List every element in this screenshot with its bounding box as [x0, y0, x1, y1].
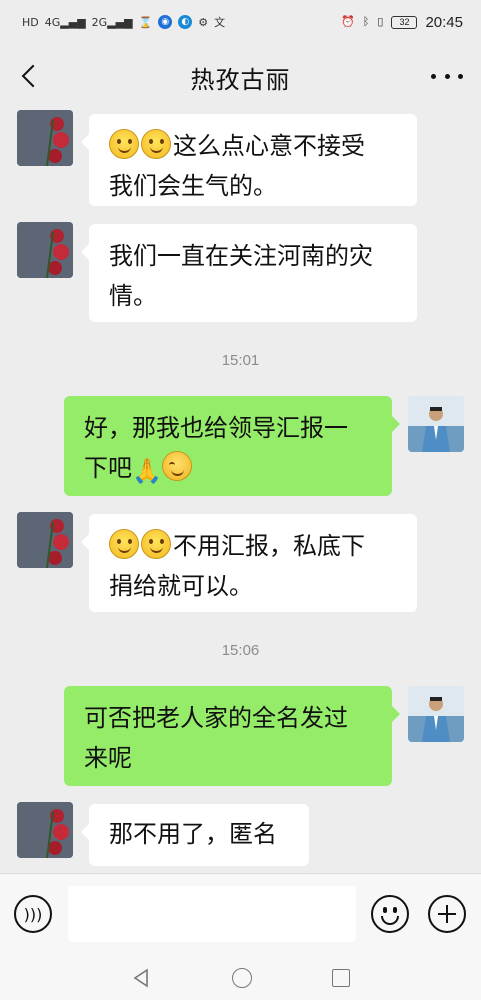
status-right: ⏰ ᛒ ▯ 32 20:45 — [341, 14, 463, 31]
rose-avatar[interactable] — [17, 802, 73, 858]
message-line: 情。 — [109, 282, 157, 310]
settings-icon: ⚙ — [198, 15, 209, 29]
message-line: 捐给就可以。 — [109, 572, 253, 600]
chat-title: 热孜古丽 — [190, 65, 291, 94]
nav-back-icon[interactable] — [132, 968, 152, 988]
vibrate-icon: ▯ — [377, 15, 384, 28]
outgoing-bubble[interactable]: 好，那我也给领导汇报一 下吧🙏 — [64, 396, 400, 496]
message-line: 我们会生气的。 — [109, 172, 277, 200]
nav-home-icon[interactable] — [231, 967, 252, 988]
text-icon: 文 — [214, 15, 226, 29]
rose-avatar[interactable] — [17, 222, 73, 278]
timestamp: 15:06 — [221, 642, 260, 659]
rose-avatar-image — [17, 222, 73, 278]
timestamp: 15:01 — [221, 352, 260, 369]
chevron-left-icon — [21, 64, 45, 88]
emoji-icon — [383, 907, 387, 913]
blush-emoji — [161, 451, 192, 481]
incoming-bubble[interactable]: 不用汇报，私底下 捐给就可以。 — [81, 514, 417, 612]
smile-emoji — [109, 129, 139, 159]
app-badge-icon-2: ◐ — [178, 15, 193, 29]
chat-header: 热孜古丽 — [0, 44, 481, 110]
smile-emoji — [141, 129, 171, 159]
voice-button[interactable]: ))) — [14, 895, 52, 933]
hd-icon: HD — [22, 15, 39, 29]
man-avatar-image — [408, 686, 464, 742]
smile-emoji — [109, 529, 139, 559]
network-type-1: 4G — [44, 15, 61, 29]
signal-2g-icon: 2G▂▄▆ — [91, 15, 133, 29]
status-left: HD 4G▂▄▆ 2G▂▄▆ ⌛ ◉ ◐ ⚙ 文 — [22, 15, 225, 29]
message-text: 不用汇报，私底下 — [173, 532, 365, 560]
message-input[interactable] — [68, 886, 356, 942]
incoming-bubble[interactable]: 那不用了，匿名 — [81, 804, 309, 866]
battery-icon: 32 — [391, 15, 418, 29]
incoming-bubble[interactable]: 这么点心意不接受 我们会生气的。 — [81, 114, 417, 206]
more-dots-icon — [431, 73, 436, 79]
status-bar: HD 4G▂▄▆ 2G▂▄▆ ⌛ ◉ ◐ ⚙ 文 ⏰ ᛒ ▯ 32 20:45 — [0, 0, 481, 44]
message-text: 下吧 — [84, 454, 132, 482]
incoming-bubble[interactable]: 我们一直在关注河南的灾 情。 — [81, 224, 417, 322]
message-line: 可否把老人家的全名发过 — [84, 704, 348, 732]
message-line: 不用汇报，私底下 — [109, 526, 397, 566]
alarm-icon: ⏰ — [341, 15, 355, 28]
message-line: 那不用了，匿名 — [109, 820, 277, 848]
more-dot-2 — [444, 73, 450, 79]
nav-recent-icon[interactable] — [331, 968, 350, 987]
input-bar: ))) — [0, 873, 481, 955]
clock-time: 20:45 — [425, 13, 463, 31]
more-dot-3 — [458, 73, 463, 79]
man-avatar[interactable] — [408, 396, 464, 452]
back-button[interactable] — [12, 58, 48, 94]
system-nav-bar — [0, 955, 481, 1000]
rose-avatar[interactable] — [17, 512, 73, 568]
app-badge-icon: ◉ — [158, 15, 173, 29]
more-button[interactable] — [431, 64, 463, 88]
plus-button[interactable] — [428, 895, 466, 933]
man-avatar-image — [408, 396, 464, 452]
emoji-icon-mouth — [381, 916, 399, 925]
rose-avatar-image — [17, 110, 73, 166]
message-line: 来呢 — [84, 744, 132, 772]
network-type-2: 2G — [91, 15, 108, 29]
rose-avatar-image — [17, 802, 73, 858]
message-line: 我们一直在关注河南的灾 — [109, 242, 373, 270]
rose-avatar[interactable] — [17, 110, 73, 166]
message-list[interactable]: 这么点心意不接受 我们会生气的。 我们一直在关注河南的灾 情。 15:01 好，… — [0, 110, 481, 873]
signal-4g-icon: 4G▂▄▆ — [44, 15, 86, 29]
man-avatar[interactable] — [408, 686, 464, 742]
message-text: 这么点心意不接受 — [173, 132, 365, 160]
hourglass-icon: ⌛ — [138, 15, 153, 29]
message-line: 这么点心意不接受 — [109, 126, 397, 166]
voice-icon: ))) — [23, 904, 43, 924]
rose-avatar-image — [17, 512, 73, 568]
message-line: 好，那我也给领导汇报一 — [84, 414, 348, 442]
bluetooth-icon: ᛒ — [362, 15, 370, 28]
smile-emoji — [141, 529, 171, 559]
outgoing-bubble[interactable]: 可否把老人家的全名发过 来呢 — [64, 686, 400, 786]
praying-hands-emoji: 🙏 — [132, 457, 162, 485]
emoji-button[interactable] — [371, 895, 409, 933]
message-line: 下吧🙏 — [84, 448, 372, 491]
